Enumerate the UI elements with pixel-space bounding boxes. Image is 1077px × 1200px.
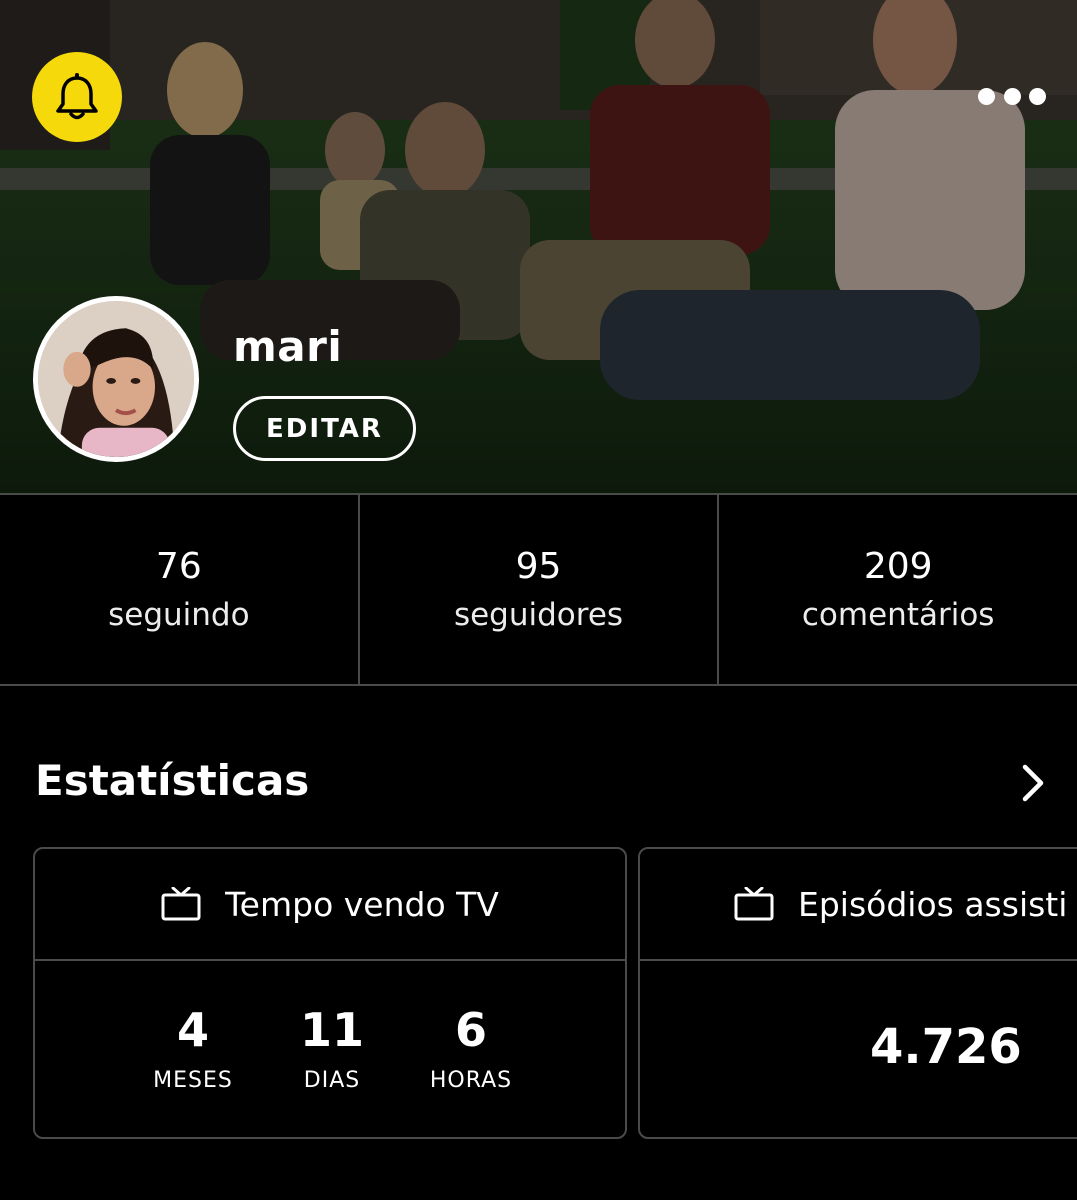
bell-icon — [56, 73, 98, 120]
hours-label: HORAS — [429, 1067, 513, 1093]
followers-label: seguidores — [453, 596, 624, 633]
tv-time-card[interactable]: Tempo vendo TV 4 MESES 11 DIAS 6 HORAS — [33, 847, 627, 1139]
tv-icon — [161, 887, 201, 921]
months-label: MESES — [153, 1067, 233, 1093]
comments-label: comentários — [801, 596, 995, 633]
edit-profile-button[interactable]: EDITAR — [233, 396, 416, 461]
tv-time-values: 4 MESES 11 DIAS 6 HORAS — [35, 961, 625, 1093]
stats-title: Estatísticas — [35, 756, 310, 805]
comments-count: 209 — [863, 546, 933, 588]
tv-time-card-title: Tempo vendo TV — [225, 884, 499, 924]
followers-count: 95 — [515, 546, 562, 588]
more-dots-icon — [1003, 87, 1021, 105]
days-label: DIAS — [303, 1067, 361, 1093]
username: mari — [233, 322, 343, 371]
tv-icon — [734, 887, 774, 921]
days-unit: 11 DIAS — [282, 1005, 382, 1093]
episodes-card-title: Episódios assisti — [798, 884, 1068, 924]
tv-time-card-header: Tempo vendo TV — [35, 849, 625, 961]
episodes-card-header: Episódios assisti — [640, 849, 1077, 961]
notifications-button[interactable] — [32, 52, 122, 142]
followers-counter[interactable]: 95 seguidores — [357, 495, 718, 684]
following-count: 76 — [155, 546, 202, 588]
days-value: 11 — [299, 1003, 364, 1057]
months-value: 4 — [176, 1003, 209, 1057]
following-label: seguindo — [108, 596, 250, 633]
more-dots-icon — [978, 87, 995, 105]
hours-value: 6 — [454, 1003, 487, 1057]
profile-counters: 76 seguindo 95 seguidores 209 comentário… — [0, 493, 1077, 686]
hours-unit: 6 HORAS — [421, 1005, 521, 1093]
avatar[interactable] — [33, 296, 199, 462]
months-unit: 4 MESES — [143, 1005, 243, 1093]
comments-counter[interactable]: 209 comentários — [717, 495, 1077, 684]
episodes-value: 4.726 — [870, 1019, 1022, 1075]
avatar-image — [38, 301, 194, 457]
more-options-button[interactable] — [970, 78, 1054, 114]
episodes-card[interactable]: Episódios assisti 4.726 — [638, 847, 1077, 1139]
stats-more-button[interactable] — [1008, 758, 1058, 808]
profile-screen: mari EDITAR 76 seguindo 95 seguidores 20… — [0, 0, 1077, 1200]
chevron-right-icon — [1022, 764, 1044, 802]
more-dots-icon — [1029, 87, 1046, 105]
following-counter[interactable]: 76 seguindo — [0, 495, 358, 684]
